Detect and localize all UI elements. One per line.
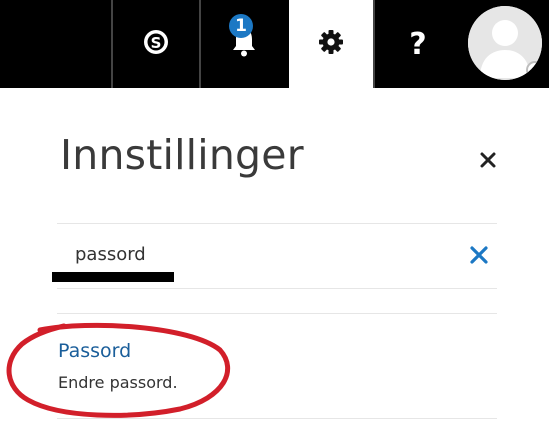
clear-search-button[interactable] xyxy=(468,244,490,266)
avatar[interactable] xyxy=(468,6,542,80)
gear-icon xyxy=(317,28,345,60)
search-result-description: Endre passord. xyxy=(58,373,178,392)
page-title: Innstillinger xyxy=(60,131,304,179)
notifications-button[interactable]: 1 xyxy=(201,0,287,88)
close-icon xyxy=(476,152,500,176)
settings-button[interactable] xyxy=(289,0,373,88)
top-bar: S 1 ? xyxy=(0,0,549,88)
svg-text:S: S xyxy=(151,34,162,52)
skype-icon: S xyxy=(141,27,171,61)
notification-count-badge: 1 xyxy=(229,14,253,38)
divider xyxy=(57,418,497,419)
clear-search-icon xyxy=(468,246,490,270)
search-result-link[interactable]: Passord xyxy=(58,340,131,362)
skype-button[interactable]: S xyxy=(113,0,199,88)
help-button[interactable]: ? xyxy=(375,0,461,88)
help-icon: ? xyxy=(409,26,427,62)
red-circle-annotation xyxy=(6,322,231,418)
close-button[interactable] xyxy=(476,148,500,172)
divider xyxy=(57,313,497,314)
search-input[interactable] xyxy=(75,240,435,268)
redaction-bar xyxy=(52,272,174,282)
